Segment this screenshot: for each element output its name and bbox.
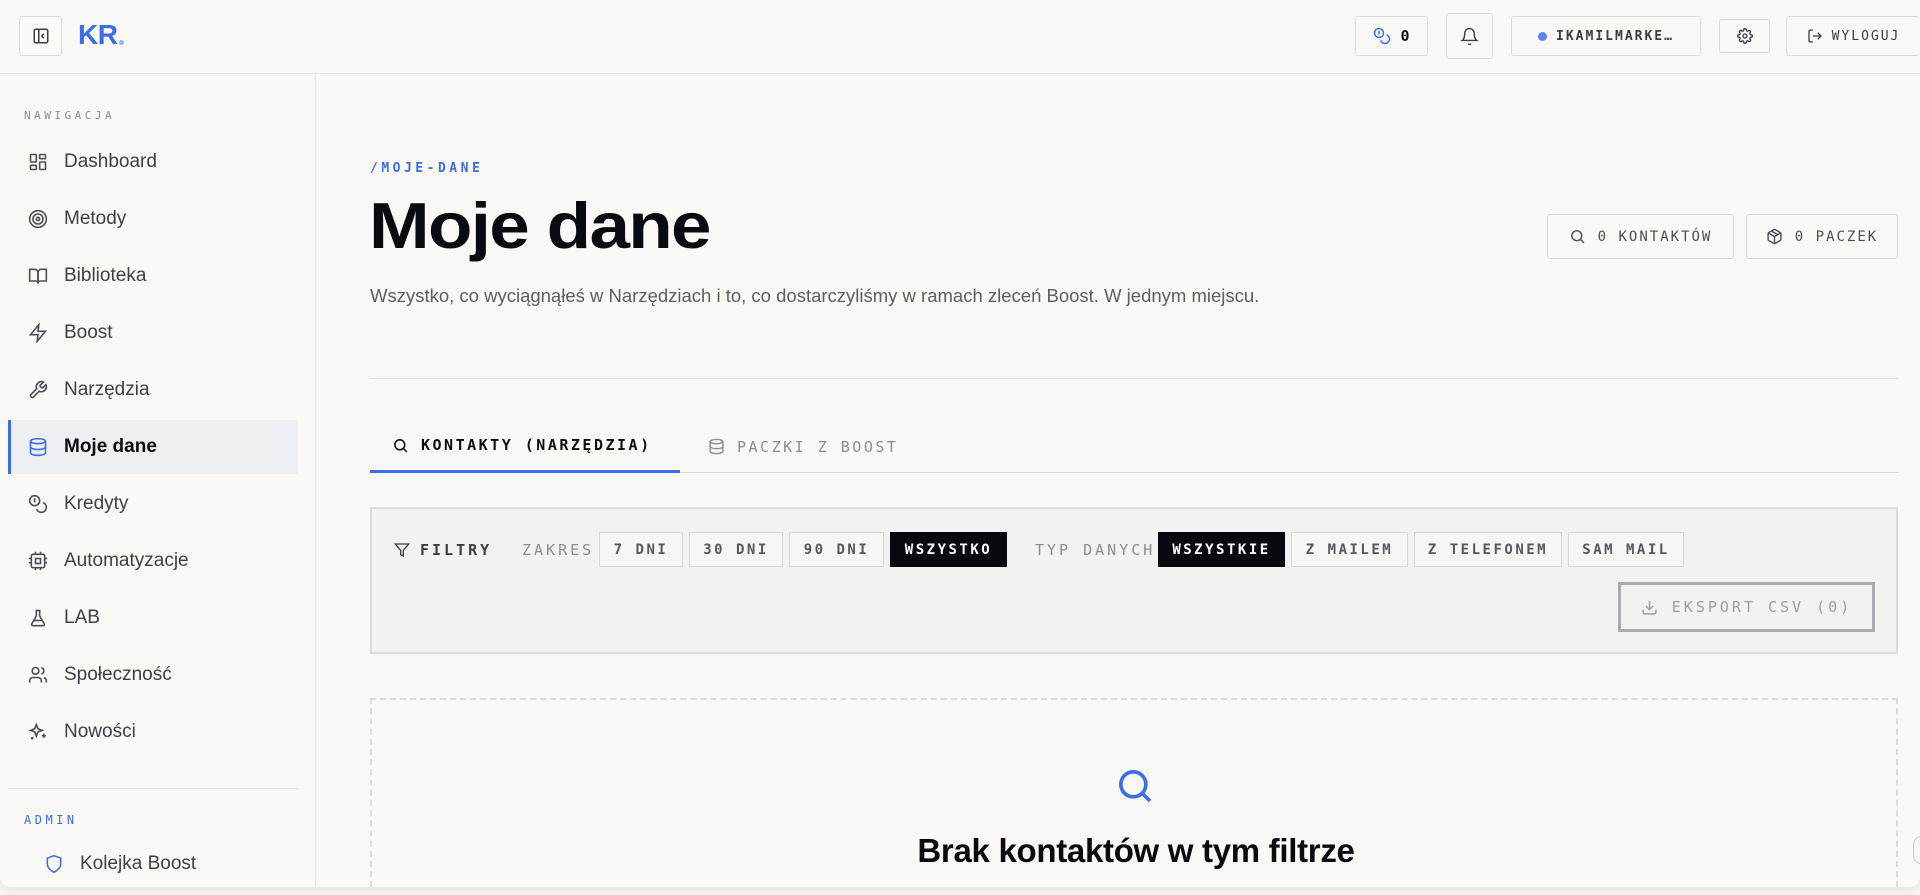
nav-heading: NAWIGACJA — [24, 109, 116, 122]
range-label: ZAKRES — [522, 541, 595, 559]
tab-kontakty[interactable]: KONTAKTY (NARZĘDZIA) — [370, 420, 680, 473]
database-icon — [29, 437, 47, 457]
export-csv-button[interactable]: EKSPORT CSV (0) — [1618, 582, 1875, 632]
sidebar-item-label: LAB — [64, 607, 100, 628]
users-icon — [28, 666, 48, 683]
sidebar-item-narzedzia[interactable]: Narzędzia — [8, 363, 298, 417]
sidebar-item-nowosci[interactable]: Nowości — [8, 705, 298, 759]
search-icon — [394, 438, 408, 452]
sidebar-item-biblioteka[interactable]: Biblioteka — [8, 249, 298, 303]
sidebar-item-label: Automatyzacje — [64, 550, 189, 571]
sidebar-item-label: Boost — [64, 322, 113, 343]
sidebar-toggle-button[interactable] — [19, 16, 62, 56]
app-window: KR 0 IKAMILMARKE… WYLOGUJ NAWIGACJA Dash… — [0, 0, 1920, 887]
logo[interactable]: KR — [78, 19, 125, 51]
target-icon — [28, 209, 48, 229]
coins-icon — [1374, 27, 1391, 45]
top-bar: KR 0 IKAMILMARKE… WYLOGUJ — [0, 0, 1920, 74]
sidebar-item-moje-dane[interactable]: Moje dane — [8, 420, 298, 474]
sidebar-divider — [8, 788, 298, 789]
filters-title-text: FILTRY — [420, 541, 493, 559]
range-chip-wszystko[interactable]: WSZYSTKO — [890, 532, 1007, 567]
export-csv-label: EKSPORT CSV (0) — [1671, 598, 1853, 616]
flask-icon — [30, 609, 46, 627]
sidebar-item-label: Kredyty — [64, 493, 129, 514]
logout-label: WYLOGUJ — [1831, 28, 1901, 44]
gear-icon — [1736, 28, 1753, 44]
lightning-icon — [28, 323, 48, 343]
credits-button[interactable]: 0 — [1355, 16, 1428, 56]
page-title: Moje dane — [369, 189, 712, 262]
sidebar: NAWIGACJA Dashboard Metody Biblioteka Bo… — [0, 74, 316, 887]
search-icon — [1570, 230, 1585, 244]
sidebar-item-dashboard[interactable]: Dashboard — [8, 135, 298, 189]
sidebar-item-label: Społeczność — [64, 664, 172, 685]
logout-button[interactable]: WYLOGUJ — [1786, 16, 1920, 56]
logo-dot — [119, 40, 125, 45]
wrench-icon — [29, 380, 48, 399]
filter-panel: FILTRY ZAKRES 7 DNI 30 DNI 90 DNI WSZYST… — [370, 507, 1898, 654]
sidebar-item-lab[interactable]: LAB — [8, 591, 298, 645]
tab-label: KONTAKTY (NARZĘDZIA) — [421, 436, 652, 454]
panel-left-icon — [33, 28, 48, 44]
tab-paczki[interactable]: PACZKI Z BOOST — [686, 420, 920, 473]
coins-icon — [28, 494, 48, 514]
sidebar-item-label: Nowości — [64, 721, 136, 742]
range-chip-30-dni[interactable]: 30 DNI — [689, 532, 783, 567]
packs-count-label: 0 PACZEK — [1794, 228, 1879, 245]
sidebar-item-automatyzacje[interactable]: Automatyzacje — [8, 534, 298, 588]
sidebar-item-label: Biblioteka — [64, 265, 147, 286]
type-label: TYP DANYCH — [1035, 541, 1156, 559]
type-chip-z-mailem[interactable]: Z MAILEM — [1291, 532, 1408, 567]
header-divider — [370, 378, 1898, 379]
user-menu-button[interactable]: IKAMILMARKE… — [1511, 16, 1701, 56]
contacts-count-button[interactable]: 0 KONTAKTÓW — [1547, 214, 1734, 259]
type-chip-wszystkie[interactable]: WSZYSTKIE — [1158, 532, 1285, 567]
scrollbar-handle[interactable] — [1913, 836, 1920, 864]
packs-count-button[interactable]: 0 PACZEK — [1746, 214, 1898, 259]
logo-text: KR — [78, 19, 118, 50]
package-icon — [1767, 228, 1782, 245]
empty-state-title: Brak kontaktów w tym filtrze — [917, 832, 1355, 869]
download-icon — [1642, 600, 1657, 615]
bell-icon — [1460, 27, 1479, 45]
search-icon — [1119, 770, 1152, 803]
shield-icon — [46, 854, 62, 874]
sidebar-item-label: Metody — [64, 208, 127, 229]
book-icon — [28, 268, 48, 284]
cpu-icon — [28, 551, 48, 571]
filter-icon — [394, 543, 410, 558]
online-status-dot — [1538, 31, 1548, 41]
sidebar-item-boost[interactable]: Boost — [8, 306, 298, 360]
tab-label: PACZKI Z BOOST — [737, 437, 899, 456]
page-description: Wszystko, co wyciągnąłeś w Narzędziach i… — [370, 285, 1260, 306]
filters-title: FILTRY — [394, 541, 492, 559]
sidebar-item-kolejka-boost[interactable]: Kolejka Boost — [44, 844, 196, 884]
type-chip-z-telefonem[interactable]: Z TELEFONEM — [1414, 532, 1562, 567]
sidebar-item-label: Narzędzia — [64, 379, 150, 400]
type-chip-sam-mail[interactable]: SAM MAIL — [1568, 532, 1684, 567]
sidebar-item-spolecznosc[interactable]: Społeczność — [8, 648, 298, 702]
logout-icon — [1807, 29, 1822, 43]
sidebar-item-metody[interactable]: Metody — [8, 192, 298, 246]
sidebar-item-label: Dashboard — [64, 151, 157, 172]
range-chip-7-dni[interactable]: 7 DNI — [599, 532, 683, 567]
sparkles-icon — [28, 722, 46, 740]
notifications-button[interactable] — [1446, 13, 1493, 59]
empty-state: Brak kontaktów w tym filtrze — [370, 698, 1898, 887]
settings-button[interactable] — [1719, 19, 1770, 53]
sidebar-item-label: Kolejka Boost — [80, 853, 197, 874]
user-name: IKAMILMARKE… — [1556, 28, 1674, 44]
contacts-count-label: 0 KONTAKTÓW — [1597, 228, 1713, 245]
sidebar-item-label: Moje dane — [64, 436, 157, 457]
range-chip-90-dni[interactable]: 90 DNI — [789, 532, 884, 567]
database-icon — [709, 438, 724, 455]
breadcrumb: /MOJE-DANE — [370, 161, 484, 176]
dashboard-icon — [29, 153, 47, 171]
sidebar-item-kredyty[interactable]: Kredyty — [8, 477, 298, 531]
credits-value: 0 — [1400, 27, 1410, 45]
admin-heading: ADMIN — [24, 813, 78, 827]
